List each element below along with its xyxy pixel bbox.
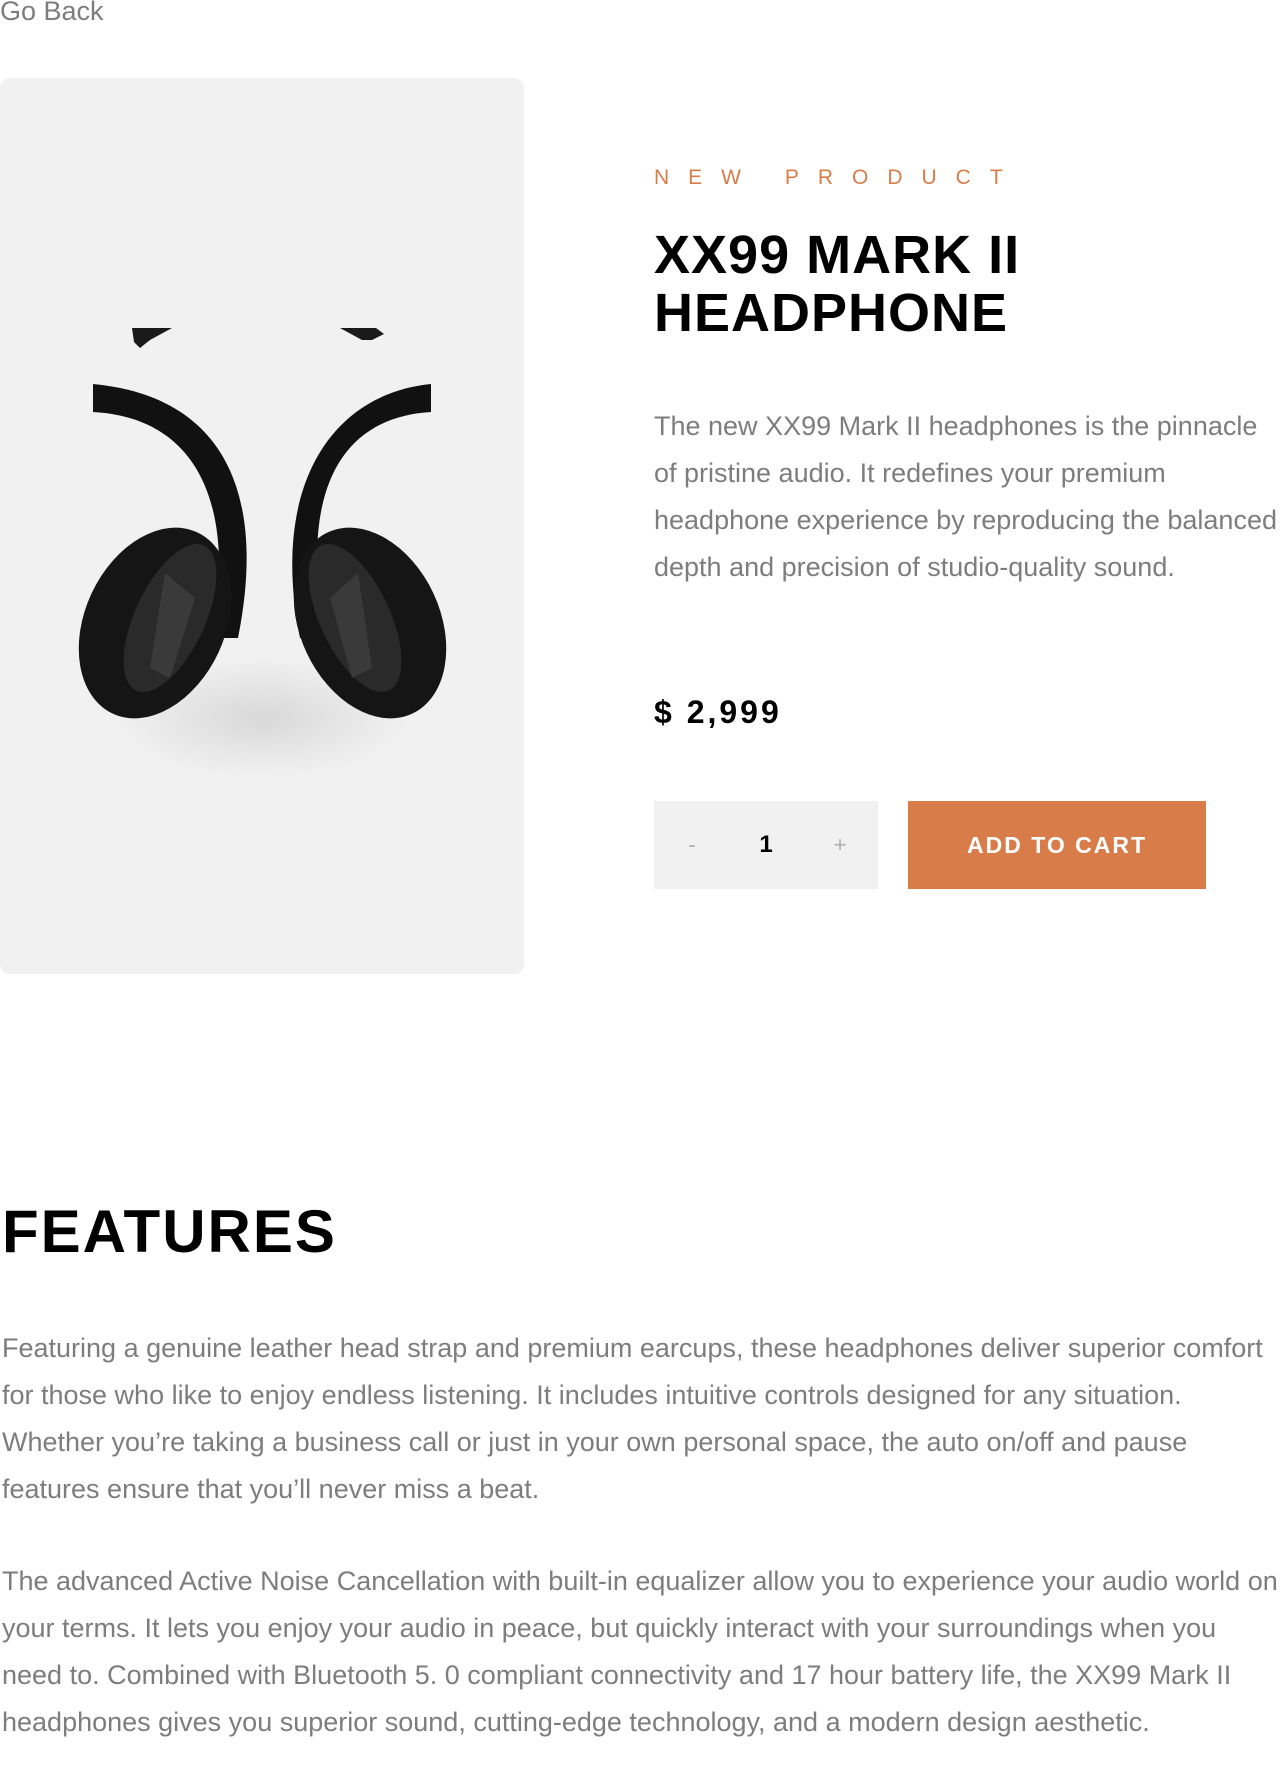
quantity-value: 1 [759, 831, 773, 858]
product-image-card [0, 78, 524, 974]
quantity-increment-button[interactable]: + [802, 801, 878, 889]
new-product-overline: NEW PRODUCT [654, 166, 1022, 189]
quantity-stepper: - 1 + [654, 801, 878, 889]
product-detail-page: Go Back NEW PRODUCT XX99 MARK II HEADPHO… [0, 0, 1280, 1785]
product-title: XX99 MARK II HEADPHONE [654, 225, 1021, 343]
features-paragraph: The advanced Active Noise Cancellation w… [2, 1566, 1278, 1737]
go-back-link[interactable]: Go Back [0, 0, 104, 27]
features-paragraph: Featuring a genuine leather head strap a… [2, 1333, 1263, 1504]
quantity-decrement-button[interactable]: - [654, 801, 730, 889]
product-price: $ 2,999 [654, 694, 782, 730]
add-to-cart-button[interactable]: ADD TO CART [908, 801, 1206, 889]
product-description: The new XX99 Mark II headphones is the p… [654, 411, 1277, 582]
headphones-image [78, 328, 447, 778]
features-heading: FEATURES [2, 1198, 337, 1265]
